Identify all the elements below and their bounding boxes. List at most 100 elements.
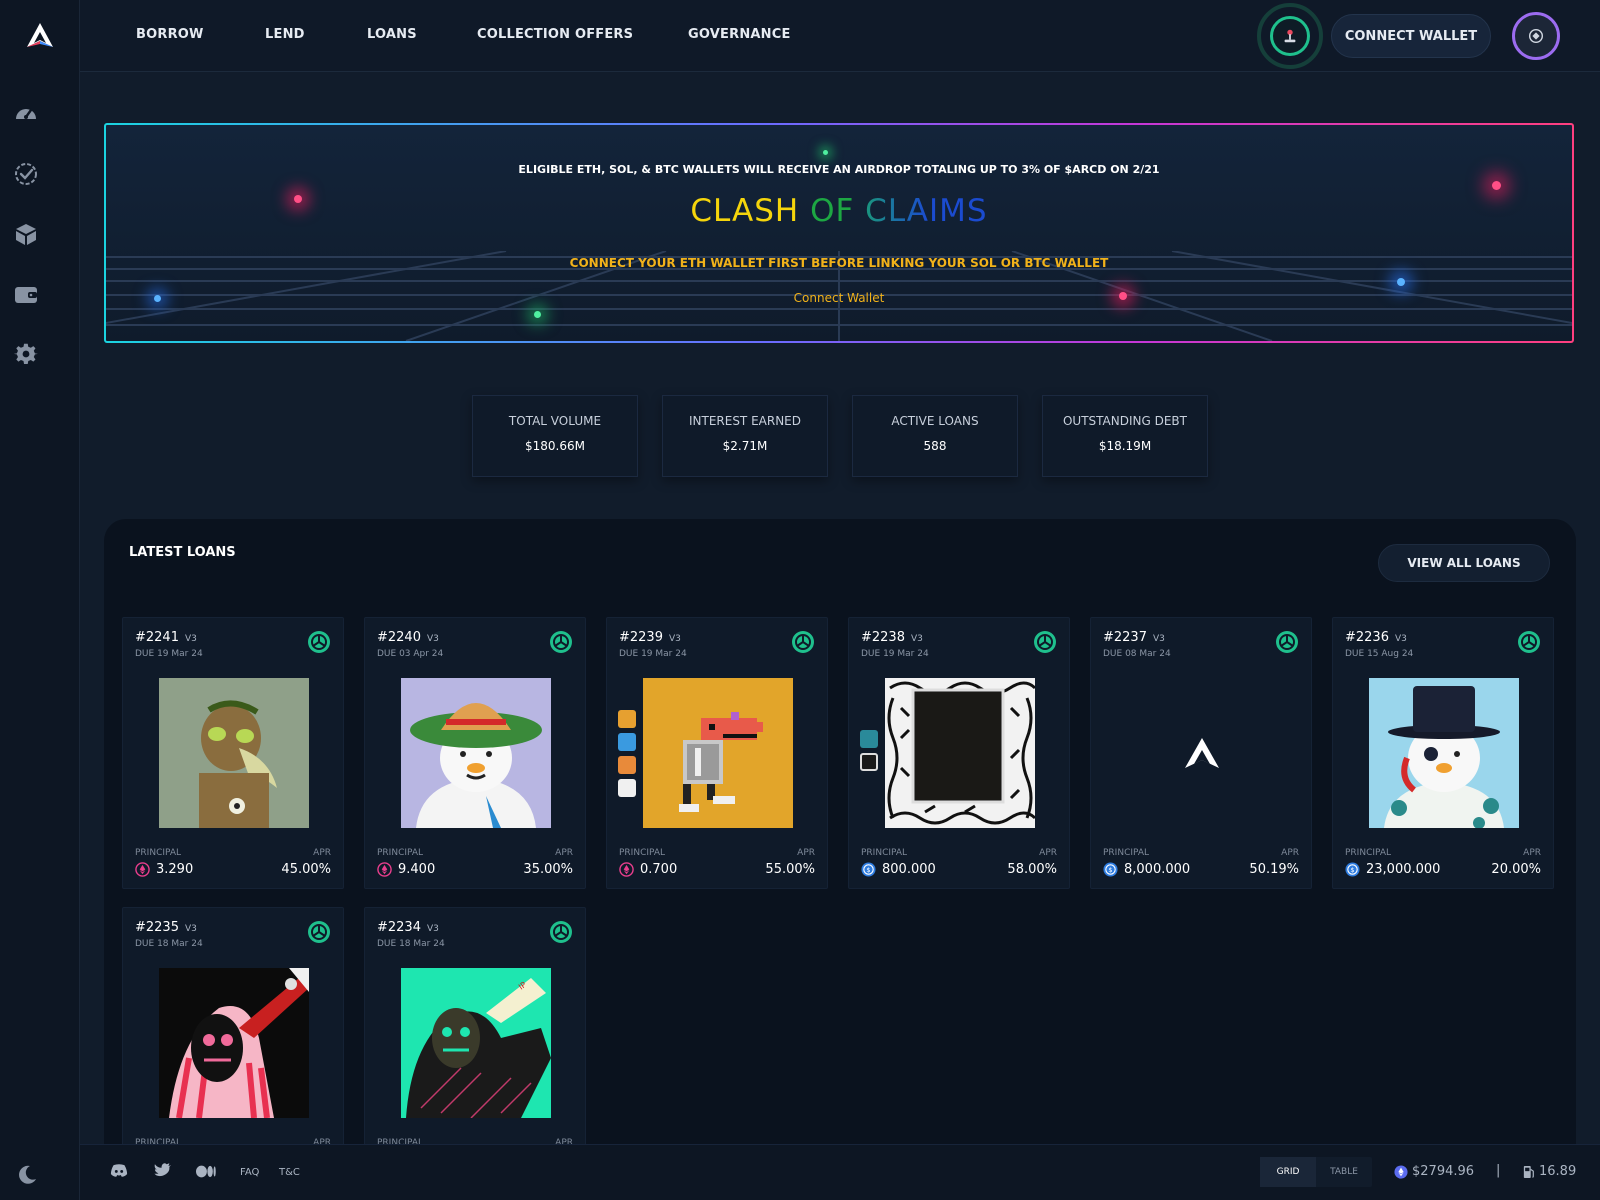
loan-card[interactable]: #2239 V3 DUE 19 Mar 24 PRINCIPAL APR 0.70…: [606, 617, 828, 889]
apr-value: 35.00%: [523, 862, 573, 877]
dashboard-gauge-icon[interactable]: [12, 100, 40, 128]
loan-due-date: DUE 18 Mar 24: [377, 939, 445, 949]
nav-borrow[interactable]: BORROW: [136, 27, 204, 42]
arcade-badge-icon: [792, 631, 814, 653]
profile-icon: [1528, 28, 1544, 44]
apr-value: 55.00%: [765, 862, 815, 877]
banner-title: CLASH OF CLAIMS: [106, 193, 1572, 229]
principal-label: PRINCIPAL: [1345, 848, 1392, 858]
discord-icon[interactable]: [110, 1163, 128, 1182]
nft-image-pixel-croc: [643, 678, 793, 828]
stat-value: 588: [923, 439, 947, 453]
grid-view-button[interactable]: GRID: [1260, 1157, 1316, 1187]
apr-label: APR: [1523, 848, 1541, 858]
bundle-thumb: [860, 753, 878, 771]
stat-label: OUTSTANDING DEBT: [1062, 414, 1187, 428]
eth-price: $2794.96: [1394, 1164, 1474, 1179]
loan-card[interactable]: #2236 V3 DUE 15 Aug 24 PRINCIPAL APR $23,…: [1332, 617, 1554, 889]
loan-due-date: DUE 19 Mar 24: [135, 649, 203, 659]
settings-gear-icon[interactable]: [12, 340, 40, 368]
nav-governance[interactable]: GOVERNANCE: [688, 27, 791, 42]
nft-image-pink-skull-hoodie: [159, 968, 309, 1118]
profile-avatar-button[interactable]: [1512, 12, 1560, 60]
box-icon[interactable]: [12, 220, 40, 248]
bundle-thumbnails: [618, 710, 638, 802]
principal-value: $800.000: [861, 862, 936, 877]
loan-card[interactable]: #2238 V3 DUE 19 Mar 24 PRINCIPAL APR $800…: [848, 617, 1070, 889]
apr-value: 45.00%: [281, 862, 331, 877]
loan-id: #2234 V3: [377, 920, 439, 935]
svg-text:$: $: [1350, 866, 1354, 874]
title-part-clash: CLASH: [690, 193, 800, 229]
principal-value: $23,000.000: [1345, 862, 1440, 877]
arcade-logo-icon[interactable]: [24, 20, 56, 52]
glow-orb: [534, 311, 541, 318]
nft-image-pudgy-penguin-tophat: [1369, 678, 1519, 828]
nft-image-placeholder-logo: [1127, 678, 1277, 828]
arcade-badge-icon: [1518, 631, 1540, 653]
loan-card[interactable]: #2235 V3 DUE 18 Mar 24 PRINCIPAL APR: [122, 907, 344, 1167]
svg-text:$: $: [1108, 866, 1112, 874]
banner-connect-wallet-link[interactable]: Connect Wallet: [106, 291, 1572, 305]
bundle-thumb: [860, 730, 878, 748]
principal-value: 0.700: [619, 862, 677, 877]
loan-card[interactable]: #2241 V3 DUE 19 Mar 24 PRINCIPAL APR 3.29…: [122, 617, 344, 889]
loan-card[interactable]: #2234 V3 DUE 18 Mar 24 IP PRINCIPAL APR: [364, 907, 586, 1167]
connect-wallet-button[interactable]: CONNECT WALLET: [1331, 14, 1491, 58]
apr-label: APR: [1281, 848, 1299, 858]
gas-pump-icon: [1523, 1165, 1534, 1178]
arcade-badge-icon: [550, 631, 572, 653]
footer-bar: FAQ T&C GRID TABLE $2794.96 | 16.89: [80, 1144, 1600, 1200]
usdc-coin-icon: $: [861, 862, 876, 877]
nav-lend[interactable]: LEND: [265, 27, 305, 42]
principal-value: 9.400: [377, 862, 435, 877]
principal-label: PRINCIPAL: [1103, 848, 1150, 858]
terms-link[interactable]: T&C: [279, 1167, 300, 1178]
glow-orb: [1492, 181, 1501, 190]
joystick-icon: [1270, 16, 1310, 56]
medium-icon[interactable]: [196, 1163, 216, 1182]
nft-image-mutant-ape: [159, 678, 309, 828]
wallet-icon[interactable]: [12, 280, 40, 308]
eth-price-icon: [1394, 1164, 1408, 1179]
nft-image-pudgy-penguin-sombrero: [401, 678, 551, 828]
nav-loans[interactable]: LOANS: [367, 27, 417, 42]
stat-label: ACTIVE LOANS: [891, 414, 979, 428]
spin-wheel-button[interactable]: [1257, 3, 1323, 69]
eth-coin-icon: [619, 862, 634, 877]
bundle-thumb: [618, 710, 636, 728]
loan-card[interactable]: #2240 V3 DUE 03 Apr 24 PRINCIPAL APR 9.40…: [364, 617, 586, 889]
sidebar: [0, 0, 80, 1200]
bundle-thumb: [618, 733, 636, 751]
glow-orb: [1397, 278, 1405, 286]
principal-value: 3.290: [135, 862, 193, 877]
loan-id: #2240 V3: [377, 630, 439, 645]
svg-text:$: $: [866, 866, 870, 874]
apr-label: APR: [313, 848, 331, 858]
usdc-coin-icon: $: [1345, 862, 1360, 877]
principal-label: PRINCIPAL: [135, 848, 182, 858]
bundle-thumbnails: [860, 730, 880, 776]
table-view-button[interactable]: TABLE: [1316, 1157, 1372, 1187]
bundle-thumb: [618, 779, 636, 797]
eth-coin-icon: [377, 862, 392, 877]
loan-due-date: DUE 18 Mar 24: [135, 939, 203, 949]
loan-id: #2239 V3: [619, 630, 681, 645]
apr-label: APR: [797, 848, 815, 858]
loan-card[interactable]: #2237 V3 DUE 08 Mar 24 PRINCIPAL APR $8,0…: [1090, 617, 1312, 889]
twitter-icon[interactable]: [154, 1163, 172, 1182]
dark-mode-moon-icon[interactable]: [16, 1164, 38, 1190]
nav-collection-offers[interactable]: COLLECTION OFFERS: [477, 27, 633, 42]
loan-id: #2235 V3: [135, 920, 197, 935]
principal-value: $8,000.000: [1103, 862, 1190, 877]
principal-label: PRINCIPAL: [861, 848, 908, 858]
stat-value: $2.71M: [722, 439, 768, 453]
loans-check-icon[interactable]: [12, 160, 40, 188]
title-part-of: OF: [799, 193, 855, 229]
loan-id: #2238 V3: [861, 630, 923, 645]
view-all-loans-button[interactable]: VIEW ALL LOANS: [1378, 544, 1550, 582]
eth-coin-icon: [135, 862, 150, 877]
arcade-badge-icon: [308, 631, 330, 653]
principal-label: PRINCIPAL: [377, 848, 424, 858]
faq-link[interactable]: FAQ: [240, 1167, 259, 1178]
